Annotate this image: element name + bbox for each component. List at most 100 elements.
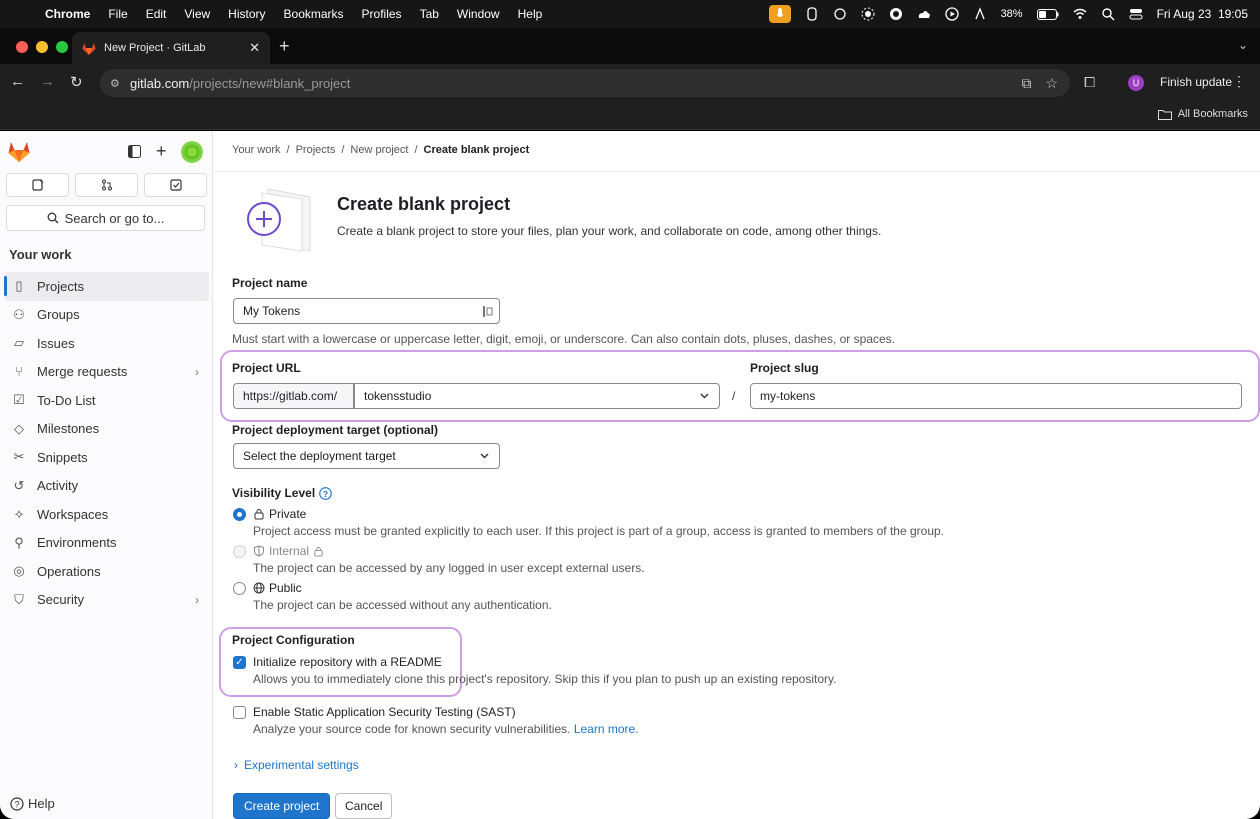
sidebar-item-merge-requests[interactable]: ⑂ Merge requests › (4, 358, 209, 387)
sidebar-item-operations[interactable]: ◎ Operations (4, 557, 209, 586)
sidebar-item-label: Snippets (37, 449, 88, 465)
readme-desc: Allows you to immediately clone this pro… (253, 672, 837, 686)
sidebar-item-environments[interactable]: ⚲ Environments (4, 529, 209, 558)
visibility-internal-label[interactable]: Internal (253, 544, 324, 558)
svg-text:?: ? (14, 799, 19, 809)
visibility-private-desc: Project access must be granted explicitl… (253, 524, 945, 538)
wifi-icon[interactable] (1073, 7, 1087, 21)
search-button[interactable]: Search or go to... (6, 205, 205, 231)
sync-icon[interactable] (889, 7, 903, 21)
password-manager-icon[interactable] (483, 305, 493, 318)
readme-label[interactable]: Initialize repository with a README (253, 655, 442, 669)
create-project-button[interactable]: Create project (233, 793, 331, 819)
site-info-icon[interactable]: ⚙ (110, 77, 120, 90)
todo-icon: ☑ (13, 392, 25, 408)
question-circle-icon[interactable]: ? (319, 486, 333, 500)
app-status-icon[interactable] (833, 7, 847, 21)
back-icon[interactable]: ← (10, 73, 25, 90)
battery-icon[interactable] (1036, 8, 1059, 20)
sidebar-item-groups[interactable]: ⚇ Groups (4, 301, 209, 330)
minimize-window-button[interactable] (36, 41, 48, 53)
chrome-menu-icon[interactable]: ⋮ (1232, 73, 1246, 90)
create-new-icon[interactable]: + (156, 141, 167, 162)
browser-tab[interactable]: New Project · GitLab ✕ (72, 32, 270, 64)
todo-list-button[interactable] (144, 173, 207, 197)
sidebar-item-activity[interactable]: ↺ Activity (4, 472, 209, 501)
bookmark-star-icon[interactable]: ☆ (1045, 75, 1058, 92)
project-slug-value: my-tokens (760, 389, 816, 403)
menu-edit[interactable]: Edit (137, 7, 176, 21)
menu-history[interactable]: History (219, 7, 274, 21)
close-tab-icon[interactable]: ✕ (249, 40, 260, 56)
network-icon[interactable] (973, 7, 987, 21)
all-bookmarks-button[interactable]: All Bookmarks (1157, 108, 1248, 120)
search-icon (47, 212, 59, 224)
breadcrumb-your-work[interactable]: Your work (232, 144, 281, 156)
help-button[interactable]: ? Help (10, 796, 55, 811)
search-label: Search or go to... (64, 210, 165, 226)
sidebar-item-security[interactable]: ⛉ Security › (4, 586, 209, 615)
visibility-private-label[interactable]: Private (253, 507, 306, 521)
menu-view[interactable]: View (175, 7, 219, 21)
menu-app[interactable]: Chrome (36, 7, 99, 21)
toggle-sidebar-icon[interactable] (128, 145, 141, 161)
user-avatar[interactable] (181, 141, 203, 163)
play-icon[interactable] (944, 7, 959, 21)
visibility-internal-radio[interactable] (233, 545, 246, 558)
menu-profiles[interactable]: Profiles (353, 7, 411, 21)
figma-icon[interactable] (805, 7, 819, 21)
visibility-public-label[interactable]: Public (253, 581, 302, 595)
install-app-icon[interactable]: ⧉ (1021, 75, 1031, 92)
forward-icon[interactable]: → (40, 73, 55, 90)
sidebar-item-milestones[interactable]: ◇ Milestones (4, 415, 209, 444)
project-name-input[interactable]: My Tokens (233, 298, 500, 324)
zoom-window-button[interactable] (56, 41, 68, 53)
address-bar[interactable]: ⚙ gitlab.com/projects/new#blank_project … (100, 69, 1070, 97)
spotlight-search-icon[interactable] (1101, 7, 1115, 21)
sast-learn-more-link[interactable]: Learn more. (574, 722, 639, 736)
tab-search-chevron-icon[interactable]: ⌄ (1238, 38, 1248, 52)
microphone-icon[interactable] (768, 5, 791, 23)
menu-help[interactable]: Help (509, 7, 552, 21)
new-tab-icon[interactable]: + (279, 36, 290, 57)
cloud-icon[interactable] (917, 7, 931, 21)
finish-update-button[interactable]: Finish update (1160, 75, 1232, 89)
breadcrumb-current[interactable]: Create blank project (424, 144, 530, 156)
close-window-button[interactable] (16, 41, 28, 53)
assigned-issues-button[interactable] (6, 173, 69, 197)
menubar-clock[interactable]: Fri Aug 23 19:05 (1157, 7, 1248, 21)
cancel-button[interactable]: Cancel (335, 793, 393, 819)
sidebar-item-workspaces[interactable]: ⟡ Workspaces (4, 500, 209, 529)
breadcrumb-projects[interactable]: Projects (296, 144, 336, 156)
menu-tab[interactable]: Tab (411, 7, 448, 21)
sidebar-item-issues[interactable]: ▱ Issues (4, 329, 209, 358)
reload-icon[interactable]: ↻ (70, 73, 83, 91)
sidebar-item-projects[interactable]: ▯ Projects (4, 272, 209, 301)
readme-checkbox[interactable]: ✓ (233, 656, 246, 669)
deploy-target-select[interactable]: Select the deployment target (233, 443, 500, 469)
sidebar-heading: Your work (9, 247, 72, 262)
control-center-icon[interactable] (1129, 7, 1143, 21)
sidebar-item-todo-list[interactable]: ☑ To-Do List (4, 386, 209, 415)
visibility-private-radio[interactable] (233, 508, 246, 521)
sidebar-item-snippets[interactable]: ✂ Snippets (4, 443, 209, 472)
visibility-public-radio[interactable] (233, 582, 246, 595)
brightness-icon[interactable] (861, 7, 875, 21)
extensions-icon[interactable]: ⧠ (1084, 74, 1095, 91)
merge-request-icon: ⑂ (15, 364, 23, 380)
project-slug-label: Project slug (750, 361, 819, 375)
breadcrumb-new-project[interactable]: New project (350, 144, 408, 156)
breadcrumb-separator: / (286, 144, 290, 156)
experimental-settings-toggle[interactable]: › Experimental settings (234, 758, 359, 772)
profile-avatar[interactable]: U (1128, 75, 1144, 91)
gitlab-logo-icon[interactable] (8, 141, 30, 162)
menu-file[interactable]: File (99, 7, 136, 21)
sidebar-item-label: Operations (37, 563, 101, 579)
project-slug-input[interactable]: my-tokens (750, 383, 1242, 409)
sast-label[interactable]: Enable Static Application Security Testi… (253, 705, 516, 719)
menu-window[interactable]: Window (448, 7, 509, 21)
namespace-select[interactable]: tokensstudio (354, 383, 720, 409)
menu-bookmarks[interactable]: Bookmarks (275, 7, 353, 21)
sast-checkbox[interactable] (233, 706, 246, 719)
merge-requests-button[interactable] (75, 173, 138, 197)
